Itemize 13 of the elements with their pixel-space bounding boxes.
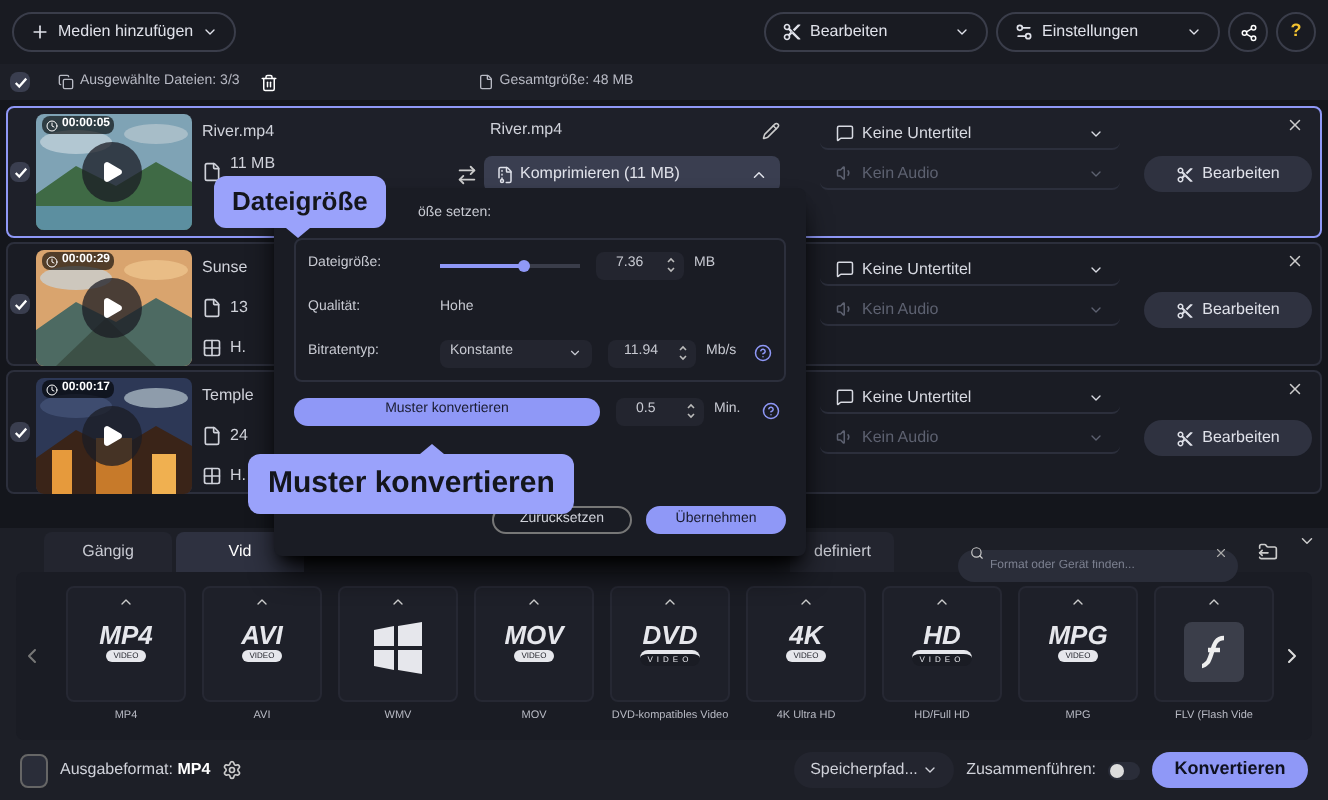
- codec-text: H.: [230, 336, 246, 360]
- file-name: Sunse: [202, 256, 248, 280]
- file-size: 13: [230, 296, 248, 320]
- callout: Muster konvertieren: [248, 454, 575, 514]
- output-format-text: Ausgabeformat: MP4: [60, 758, 211, 782]
- merge-label: Zusammenführen:: [966, 758, 1096, 782]
- file-size: 24: [230, 424, 248, 448]
- codec-text: H.: [230, 464, 246, 488]
- callout: Dateigröße: [214, 176, 386, 228]
- output-file-name: River.mp4: [490, 118, 565, 142]
- file-name: Temple: [202, 384, 254, 408]
- file-size: 11 MB: [230, 152, 276, 176]
- file-name: River.mp4: [202, 120, 276, 144]
